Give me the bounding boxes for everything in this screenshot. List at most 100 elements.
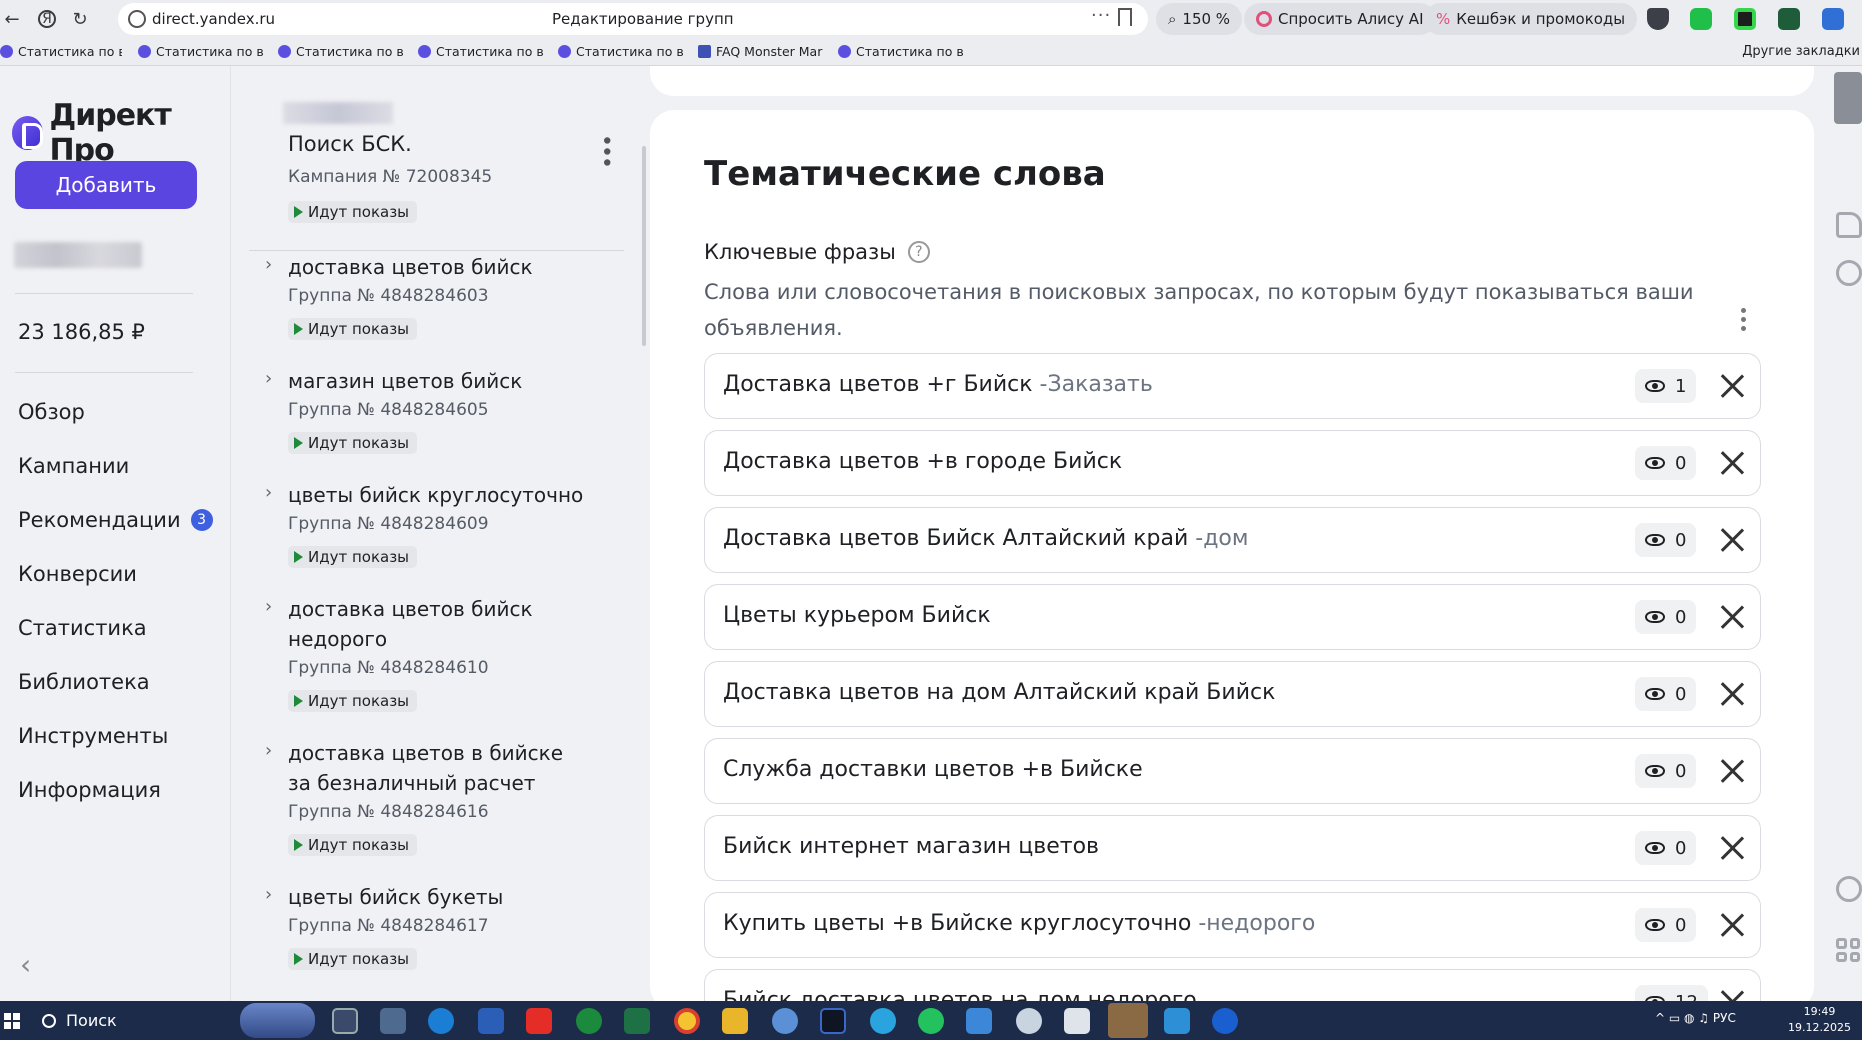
search-highlight-image[interactable] — [240, 1003, 315, 1038]
add-button[interactable]: Добавить — [15, 161, 197, 209]
notepad-icon[interactable] — [1064, 1008, 1090, 1034]
telegram-icon[interactable] — [870, 1008, 896, 1034]
impressions-forecast[interactable]: 0 — [1635, 754, 1697, 788]
arrow-app-icon[interactable] — [966, 1008, 992, 1034]
nav-information[interactable]: Информация — [18, 778, 161, 802]
yandex-home-icon[interactable]: Я — [38, 10, 56, 28]
bookmark-icon[interactable] — [1118, 8, 1132, 26]
keyphrase-row[interactable]: Цветы курьером Бийск 0 — [704, 584, 1761, 650]
green-app-icon[interactable] — [576, 1008, 602, 1034]
yandex-icon[interactable] — [526, 1008, 552, 1034]
apps-grid-icon[interactable] — [1836, 938, 1860, 962]
keyphrase-text[interactable]: Доставка цветов +г Бийск -Заказать — [723, 372, 1153, 397]
impressions-forecast[interactable]: 0 — [1635, 831, 1697, 865]
bookmark-item[interactable]: Статистика по вы — [838, 44, 963, 59]
keyphrase-row[interactable]: Доставка цветов +г Бийск -Заказать 1 — [704, 353, 1761, 419]
keyphrase-row[interactable]: Бийск интернет магазин цветов 0 — [704, 815, 1761, 881]
more-vertical-icon[interactable] — [1741, 308, 1747, 336]
blurred-account-name[interactable] — [14, 242, 142, 268]
shield-extension-icon[interactable] — [1647, 8, 1669, 30]
alice-button[interactable]: Спросить Алису AI — [1244, 3, 1436, 35]
play-circle-icon[interactable] — [1836, 260, 1862, 286]
keyphrase-text[interactable]: Доставка цветов на дом Алтайский край Би… — [723, 680, 1275, 705]
impressions-forecast[interactable]: 0 — [1635, 600, 1697, 634]
keyphrase-text[interactable]: Доставка цветов Бийск Алтайский край -до… — [723, 526, 1248, 551]
thumbs-up-icon[interactable] — [1836, 212, 1862, 238]
keyphrase-text[interactable]: Купить цветы +в Бийске круглосуточно -не… — [723, 911, 1315, 936]
keyphrase-row[interactable]: Доставка цветов +в городе Бийск 0 — [704, 430, 1761, 496]
impressions-forecast[interactable]: 1 — [1635, 369, 1697, 403]
chrome-icon[interactable] — [674, 1008, 700, 1034]
help-icon[interactable]: ? — [907, 241, 930, 263]
keyphrase-row[interactable]: Доставка цветов на дом Алтайский край Би… — [704, 661, 1761, 727]
other-bookmarks[interactable]: Другие закладки — [1742, 44, 1860, 59]
chevron-right-icon[interactable]: › — [265, 740, 272, 761]
nav-overview[interactable]: Обзор — [18, 400, 85, 424]
bookmark-item[interactable]: Статистика по вы — [418, 44, 543, 59]
delete-keyphrase-icon[interactable] — [1715, 446, 1749, 480]
excel-icon[interactable] — [624, 1008, 650, 1034]
edge-icon[interactable] — [428, 1008, 454, 1034]
impressions-forecast[interactable]: 0 — [1635, 446, 1697, 480]
nav-conversions[interactable]: Конверсии — [18, 562, 137, 586]
nav-statistics[interactable]: Статистика — [18, 616, 147, 640]
impressions-forecast[interactable]: 0 — [1635, 908, 1697, 942]
windows-start-icon[interactable] — [4, 1013, 20, 1029]
direct-pro-logo[interactable]: Директ Про — [12, 98, 230, 168]
dark-green-extension-icon[interactable] — [1778, 8, 1800, 30]
delete-keyphrase-icon[interactable] — [1715, 831, 1749, 865]
yandex-browser-active-icon[interactable] — [1108, 1003, 1148, 1038]
grid-extension-icon[interactable] — [1734, 8, 1756, 30]
globe-icon[interactable] — [1836, 876, 1862, 902]
side-thumbnail[interactable] — [1834, 72, 1862, 124]
bookmark-item[interactable]: Статистика по вы — [138, 44, 263, 59]
word-icon[interactable] — [478, 1008, 504, 1034]
green-extension-icon[interactable] — [1690, 8, 1712, 30]
keyphrase-text[interactable]: Бийск интернет магазин цветов — [723, 834, 1099, 859]
keyphrase-row[interactable]: Служба доставки цветов +в Бийске 0 — [704, 738, 1761, 804]
bookmark-item[interactable]: Статистика по вы — [558, 44, 683, 59]
address-bar[interactable]: direct.yandex.ru Редактирование групп ··… — [118, 3, 1148, 35]
back-arrow-icon[interactable]: ← — [2, 9, 22, 30]
nav-campaigns[interactable]: Кампании — [18, 454, 129, 478]
keyphrase-text[interactable]: Доставка цветов +в городе Бийск — [723, 449, 1122, 474]
nav-tools[interactable]: Инструменты — [18, 724, 168, 748]
nav-recommendations[interactable]: Рекомендации 3 — [18, 508, 213, 532]
calculator-icon[interactable] — [380, 1008, 406, 1034]
bookmark-item[interactable]: Статистика по вы — [0, 44, 122, 59]
keyphrase-text[interactable]: Цветы курьером Бийск — [723, 603, 991, 628]
cloud-app-icon[interactable] — [1016, 1008, 1042, 1034]
more-dots-icon[interactable]: ··· — [1091, 5, 1111, 26]
site-info-icon[interactable] — [128, 10, 146, 28]
delete-keyphrase-icon[interactable] — [1715, 600, 1749, 634]
photos-icon[interactable] — [1164, 1008, 1190, 1034]
campaign-title[interactable]: Поиск БСК. — [288, 132, 412, 156]
account-balance[interactable]: 23 186,85 ₽ — [18, 320, 145, 344]
profile-extension-icon[interactable] — [1822, 8, 1844, 30]
taskbar-search[interactable]: Поиск — [30, 1003, 230, 1038]
cashback-button[interactable]: % Кешбэк и промокоды — [1424, 3, 1638, 35]
chevron-right-icon[interactable]: › — [265, 482, 272, 503]
impressions-forecast[interactable]: 0 — [1635, 523, 1697, 557]
delete-keyphrase-icon[interactable] — [1715, 754, 1749, 788]
reload-icon[interactable]: ↻ — [70, 9, 90, 30]
task-view-icon[interactable] — [332, 1008, 358, 1034]
keyphrase-row[interactable]: Купить цветы +в Бийске круглосуточно -не… — [704, 892, 1761, 958]
bird-app-icon[interactable] — [772, 1008, 798, 1034]
onedrive-icon[interactable] — [1212, 1008, 1238, 1034]
delete-keyphrase-icon[interactable] — [1715, 908, 1749, 942]
impressions-forecast[interactable]: 0 — [1635, 677, 1697, 711]
chevron-right-icon[interactable]: › — [265, 254, 272, 275]
bookmark-item[interactable]: Статистика по вы — [278, 44, 403, 59]
file-explorer-icon[interactable] — [722, 1008, 748, 1034]
nav-library[interactable]: Библиотека — [18, 670, 150, 694]
system-tray[interactable]: ^ ▭ ◍ ♫ РУС — [1655, 1011, 1736, 1025]
campaign-menu-icon[interactable]: ••• — [593, 134, 618, 167]
network-app-icon[interactable] — [820, 1008, 846, 1034]
bookmark-item[interactable]: FAQ Monster Marl — [698, 44, 823, 59]
delete-keyphrase-icon[interactable] — [1715, 369, 1749, 403]
zoom-chip[interactable]: ⌕ 150 % — [1156, 3, 1243, 35]
chevron-right-icon[interactable]: › — [265, 596, 272, 617]
chevron-right-icon[interactable]: › — [265, 884, 272, 905]
chevron-right-icon[interactable]: › — [265, 368, 272, 389]
